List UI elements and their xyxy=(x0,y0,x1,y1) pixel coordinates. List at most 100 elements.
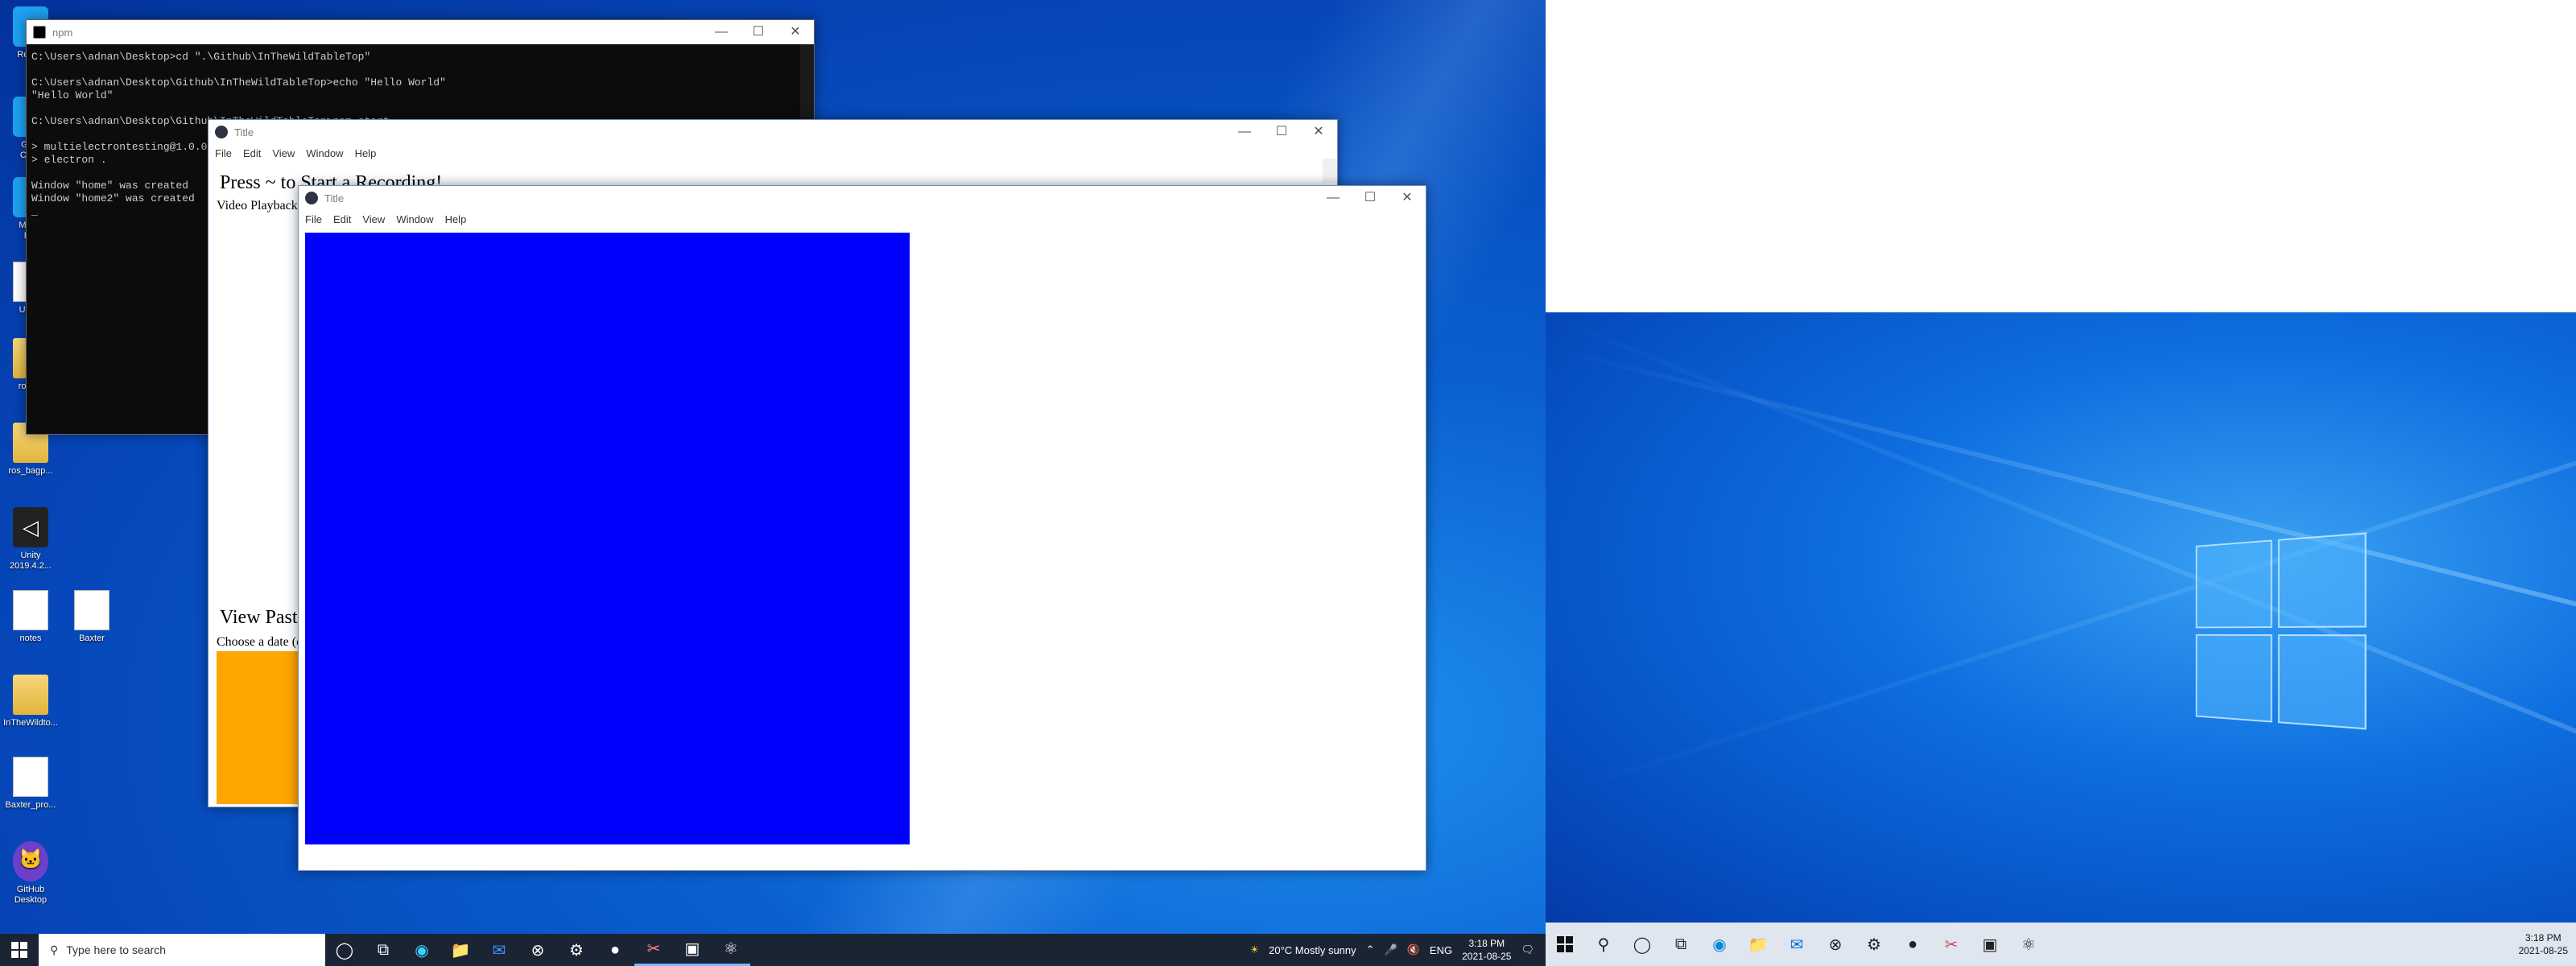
window1-scrollbar[interactable] xyxy=(1323,159,1337,183)
chevron-up-icon[interactable]: ⌃ xyxy=(1366,943,1375,956)
desktop-icon[interactable]: InTheWildto... xyxy=(0,675,61,729)
volume-muted-icon[interactable]: 🔇 xyxy=(1407,943,1420,956)
menu-help[interactable]: Help xyxy=(355,147,377,159)
mail-icon[interactable]: ✉ xyxy=(1777,928,1816,960)
task-view-icon[interactable]: ⧉ xyxy=(364,934,402,966)
windows-logo-icon xyxy=(1557,936,1573,952)
close-button[interactable]: ✕ xyxy=(1389,186,1426,210)
desktop-icon[interactable]: notes xyxy=(0,590,61,644)
window1-titlebar[interactable]: Title — ☐ ✕ xyxy=(208,120,1337,144)
file-explorer-icon[interactable]: 📁 xyxy=(1739,928,1777,960)
microphone-icon[interactable]: 🎤 xyxy=(1385,943,1397,956)
minimize-button[interactable]: — xyxy=(1226,120,1263,144)
menu-view[interactable]: View xyxy=(362,213,385,225)
electron-icon xyxy=(305,192,318,204)
menu-window[interactable]: Window xyxy=(306,147,343,159)
xbox-icon[interactable]: ⊗ xyxy=(1816,928,1855,960)
menu-window[interactable]: Window xyxy=(396,213,433,225)
clock-date: 2021-08-25 xyxy=(2518,945,2568,956)
cortana-icon[interactable]: ◯ xyxy=(325,934,364,966)
white-region xyxy=(1546,0,2576,312)
unity-hub-icon[interactable]: ● xyxy=(1893,928,1932,960)
electron-icon xyxy=(215,126,228,138)
maximize-button[interactable]: ☐ xyxy=(740,20,777,44)
video-playback-label: Video Playback xyxy=(217,199,298,213)
maximize-button[interactable]: ☐ xyxy=(1352,186,1389,210)
window1-menubar: File Edit View Window Help xyxy=(208,144,1337,162)
search-placeholder: Type here to search xyxy=(66,943,167,956)
unity-hub-icon[interactable]: ● xyxy=(596,934,634,966)
edge-icon[interactable]: ◉ xyxy=(402,934,441,966)
language-indicator[interactable]: ENG xyxy=(1430,944,1452,956)
electron-taskbar-icon[interactable]: ⚛ xyxy=(712,934,750,966)
system-tray: ☀ 20°C Mostly sunny ⌃ 🎤 🔇 ENG 3:18 PM 20… xyxy=(1249,934,1546,966)
electron-window-home2[interactable]: Title — ☐ ✕ File Edit View Window Help xyxy=(298,185,1426,871)
maximize-button[interactable]: ☐ xyxy=(1263,120,1300,144)
window2-titlebar[interactable]: Title — ☐ ✕ xyxy=(299,186,1426,210)
task-view-icon[interactable]: ⧉ xyxy=(1662,928,1700,960)
unity-icon: ◁ xyxy=(13,507,48,547)
minimize-button[interactable]: — xyxy=(1315,186,1352,210)
snipping-tool-icon[interactable]: ✂ xyxy=(1932,928,1971,960)
window2-menubar: File Edit View Window Help xyxy=(299,210,1426,228)
desktop-icon-label: GitHub Desktop xyxy=(14,885,47,905)
snipping-tool-icon[interactable]: ✂ xyxy=(634,934,673,966)
settings-gear-icon[interactable]: ⚙ xyxy=(1855,928,1893,960)
menu-help[interactable]: Help xyxy=(445,213,467,225)
mail-icon[interactable]: ✉ xyxy=(480,934,518,966)
menu-edit[interactable]: Edit xyxy=(243,147,261,159)
desktop-icon-label: Baxter xyxy=(79,634,105,643)
desktop-icon-label: Unity 2019.4.2... xyxy=(10,551,52,571)
file-explorer-icon[interactable]: 📁 xyxy=(441,934,480,966)
clock-date: 2021-08-25 xyxy=(1462,951,1512,962)
taskbar-clock[interactable]: 3:18 PM 2021-08-25 xyxy=(2519,931,2568,957)
desktop-icon[interactable]: ◁ Unity 2019.4.2... xyxy=(0,507,61,572)
search-icon: ⚲ xyxy=(50,943,59,956)
edge-icon[interactable]: ◉ xyxy=(1700,928,1739,960)
terminal-taskbar-icon[interactable]: ▣ xyxy=(673,934,712,966)
github-icon: 🐱 xyxy=(13,841,48,881)
search-icon[interactable]: ⚲ xyxy=(1584,928,1623,960)
notification-icon[interactable]: 🗨 xyxy=(1521,943,1534,956)
blue-canvas[interactable] xyxy=(305,233,910,844)
right-monitor: ⚲ ◯ ⧉ ◉ 📁 ✉ ⊗ ⚙ ● ✂ ▣ ⚛ 3:18 PM 2021-08-… xyxy=(1546,0,2576,966)
settings-gear-icon[interactable]: ⚙ xyxy=(557,934,596,966)
start-button[interactable] xyxy=(0,934,39,966)
terminal-titlebar[interactable]: npm — ☐ ✕ xyxy=(27,20,814,44)
choose-date-label: Choose a date (c xyxy=(217,635,303,649)
start-button[interactable] xyxy=(1546,928,1584,960)
window2-title: Title xyxy=(324,192,345,204)
taskbar: ⚲ Type here to search ◯ ⧉ ◉ 📁 ✉ ⊗ ⚙ ● ✂ … xyxy=(0,934,1546,966)
view-past-heading: View Past xyxy=(220,607,298,628)
taskbar-clock[interactable]: 3:18 PM 2021-08-25 xyxy=(1462,937,1511,963)
light-beam xyxy=(1546,397,2576,800)
desktop-icon-label: Baxter_pro... xyxy=(5,800,56,810)
menu-file[interactable]: File xyxy=(305,213,322,225)
terminal-title: npm xyxy=(52,26,73,39)
desktop-icon-label: ros_bagp... xyxy=(8,466,53,476)
menu-view[interactable]: View xyxy=(272,147,295,159)
menu-edit[interactable]: Edit xyxy=(333,213,351,225)
terminal-taskbar-icon[interactable]: ▣ xyxy=(1971,928,2009,960)
minimize-button[interactable]: — xyxy=(703,20,740,44)
close-button[interactable]: ✕ xyxy=(1300,120,1337,144)
cortana-icon[interactable]: ◯ xyxy=(1623,928,1662,960)
electron-taskbar-icon[interactable]: ⚛ xyxy=(2009,928,2048,960)
desktop-icon[interactable]: Baxter_pro... xyxy=(0,757,61,811)
close-button[interactable]: ✕ xyxy=(777,20,814,44)
desktop-icon-label: InTheWildto... xyxy=(3,718,58,728)
file-icon xyxy=(13,757,48,797)
window1-title: Title xyxy=(234,126,254,138)
secondary-taskbar: ⚲ ◯ ⧉ ◉ 📁 ✉ ⊗ ⚙ ● ✂ ▣ ⚛ 3:18 PM 2021-08-… xyxy=(1546,923,2576,966)
file-icon xyxy=(74,590,109,630)
file-icon xyxy=(13,590,48,630)
menu-file[interactable]: File xyxy=(215,147,232,159)
desktop-icon-label: notes xyxy=(19,634,42,643)
weather-text[interactable]: 20°C Mostly sunny xyxy=(1269,944,1356,956)
desktop-icon[interactable]: Baxter xyxy=(61,590,122,644)
taskbar-search-box[interactable]: ⚲ Type here to search xyxy=(39,934,325,966)
desktop-icon[interactable]: 🐱 GitHub Desktop xyxy=(0,841,61,906)
xbox-icon[interactable]: ⊗ xyxy=(518,934,557,966)
clock-time: 3:18 PM xyxy=(1468,938,1505,949)
weather-icon: ☀ xyxy=(1249,943,1260,956)
